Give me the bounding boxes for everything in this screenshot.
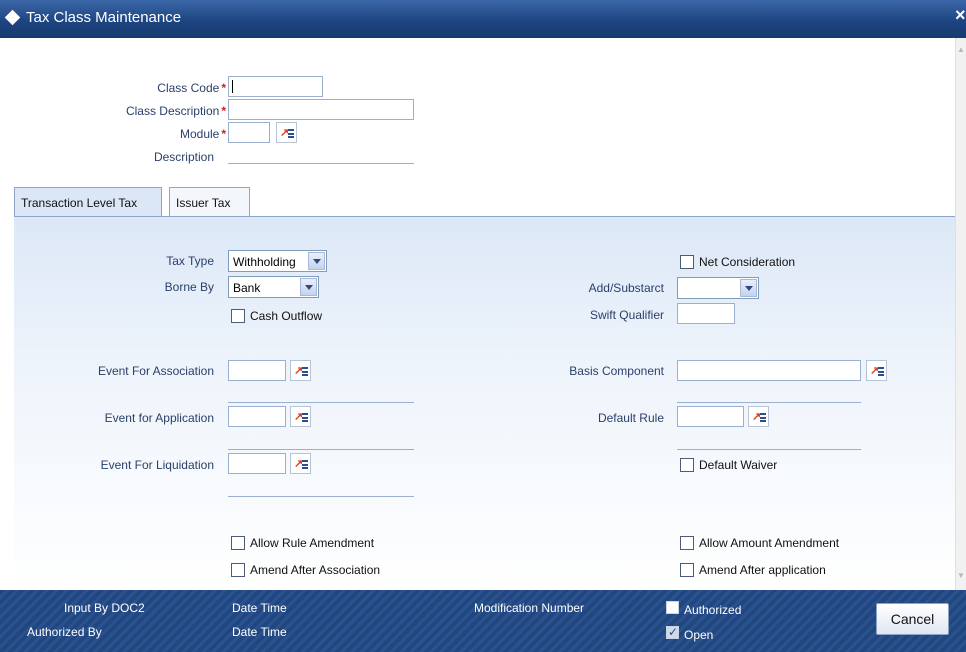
module-label: Module * (179, 127, 226, 141)
add-substract-select[interactable] (677, 277, 759, 299)
class-code-label: Class Code * (157, 81, 226, 95)
module-input[interactable] (228, 122, 270, 143)
default-rule-lov-button[interactable]: ↗ (748, 406, 769, 427)
allow-rule-amendment-label: Allow Rule Amendment (250, 536, 375, 550)
chevron-down-icon (300, 278, 317, 296)
text-cursor (232, 80, 233, 93)
borne-by-select[interactable]: Bank (228, 276, 319, 298)
event-for-liquidation-lov-button[interactable]: ↗ (290, 453, 311, 474)
borne-by-value: Bank (233, 281, 261, 295)
default-rule-label: Default Rule (597, 411, 664, 425)
allow-amount-amendment-label: Allow Amount Amendment (699, 536, 840, 550)
amend-after-application-label: Amend After application (699, 563, 826, 577)
event-for-liquidation-input[interactable] (228, 453, 286, 474)
module-lov-button[interactable]: ↗ (276, 122, 297, 143)
authorized-by-label: Authorized By (27, 625, 102, 639)
tax-type-value: Withholding (233, 255, 296, 269)
date-time-label-1: Date Time (232, 601, 287, 615)
basis-component-input[interactable] (677, 360, 861, 381)
basis-component-label: Basis Component (569, 364, 664, 378)
open-label: Open (684, 628, 714, 642)
chevron-down-icon (740, 279, 757, 297)
tab-panel (14, 216, 955, 590)
vertical-scrollbar[interactable] (955, 38, 966, 590)
required-marker: * (221, 104, 226, 118)
default-waiver-checkbox[interactable] (680, 458, 694, 472)
authorized-checkbox (666, 601, 679, 614)
tab-issuer-tax[interactable]: Issuer Tax (169, 187, 250, 217)
default-rule-desc (677, 449, 861, 450)
amend-after-association-label: Amend After Association (250, 563, 381, 577)
add-substract-label: Add/Substarct (588, 281, 664, 295)
net-consideration-label: Net Consideration (699, 255, 796, 269)
net-consideration-checkbox[interactable] (680, 255, 694, 269)
event-for-application-label: Event for Application (104, 411, 214, 425)
tax-type-select[interactable]: Withholding (228, 250, 327, 272)
allow-amount-amendment-checkbox[interactable] (680, 536, 694, 550)
default-waiver-label: Default Waiver (699, 458, 778, 472)
diamond-icon (4, 9, 21, 26)
tax-type-label: Tax Type (166, 254, 214, 268)
tab-transaction-level-tax[interactable]: Transaction Level Tax (14, 187, 162, 217)
swift-qualifier-input[interactable] (677, 303, 735, 324)
audit-footer: Input By DOC2 Authorized By Date Time Da… (0, 590, 966, 652)
event-for-application-desc (228, 449, 414, 450)
authorized-label: Authorized (684, 603, 742, 617)
scroll-up-icon[interactable]: ▲ (957, 46, 965, 54)
event-for-association-lov-button[interactable]: ↗ (290, 360, 311, 381)
event-for-application-lov-button[interactable]: ↗ (290, 406, 311, 427)
swift-qualifier-label: Swift Qualifier (589, 308, 664, 322)
event-for-liquidation-label: Event For Liquidation (100, 458, 214, 472)
amend-after-application-checkbox[interactable] (680, 563, 694, 577)
event-for-liquidation-desc (228, 496, 414, 497)
class-code-input[interactable] (228, 76, 323, 97)
amend-after-association-checkbox[interactable] (231, 563, 245, 577)
open-checkbox (666, 625, 679, 639)
event-for-association-desc (228, 402, 414, 403)
input-by-label: Input By DOC2 (64, 601, 145, 615)
date-time-label-2: Date Time (232, 625, 287, 639)
cancel-button[interactable]: Cancel (876, 603, 949, 635)
event-for-association-input[interactable] (228, 360, 286, 381)
modification-number-label: Modification Number (474, 601, 585, 615)
class-description-input[interactable] (228, 99, 414, 120)
required-marker: * (221, 127, 226, 141)
class-description-label: Class Description * (125, 104, 226, 118)
window-title: Tax Class Maintenance (26, 9, 182, 26)
event-for-application-input[interactable] (228, 406, 286, 427)
description-label: Description (153, 150, 214, 164)
title-bar: Tax Class Maintenance × (0, 0, 966, 38)
borne-by-label: Borne By (164, 280, 214, 294)
basis-component-desc (677, 402, 861, 403)
default-rule-input[interactable] (677, 406, 744, 427)
description-field[interactable] (228, 163, 414, 164)
required-marker: * (221, 81, 226, 95)
basis-component-lov-button[interactable]: ↗ (866, 360, 887, 381)
scroll-down-icon[interactable]: ▼ (957, 572, 965, 580)
close-icon[interactable]: × (955, 5, 966, 26)
cash-outflow-label: Cash Outflow (250, 309, 323, 323)
chevron-down-icon (308, 252, 325, 270)
cash-outflow-checkbox[interactable] (231, 309, 245, 323)
event-for-association-label: Event For Association (97, 364, 214, 378)
allow-rule-amendment-checkbox[interactable] (231, 536, 245, 550)
